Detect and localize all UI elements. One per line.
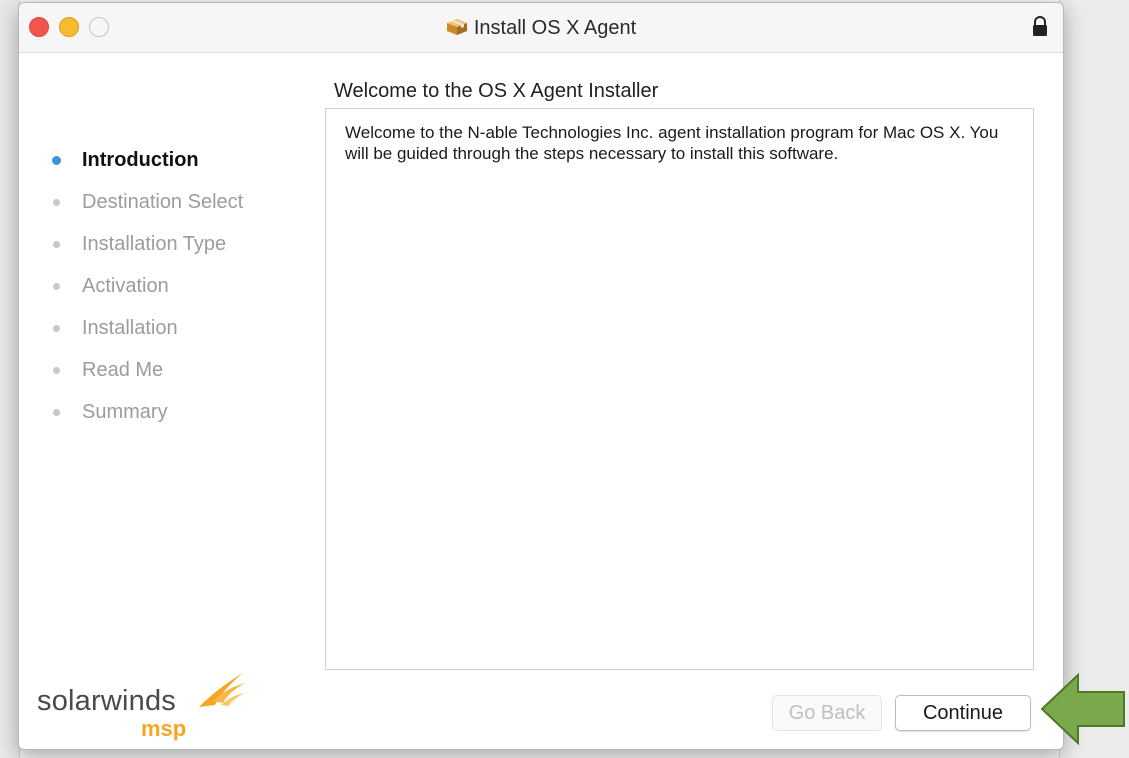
step-indicator-dot [53,409,60,416]
step-label: Installation Type [82,233,227,255]
step-summary: Summary [49,401,243,443]
step-label: Summary [82,401,168,423]
step-installation-type: Installation Type [49,233,243,275]
background-window-left [0,0,20,758]
continue-button[interactable]: Continue [895,695,1031,731]
logo-wordmark: solarwinds [37,685,176,717]
package-icon [446,19,467,35]
step-indicator-dot [53,199,60,206]
step-indicator-dot [53,241,60,248]
step-indicator-dot [53,325,60,332]
window-title: Install OS X Agent [19,17,1063,40]
green-arrow-annotation [1040,672,1125,746]
step-indicator-dot [52,156,61,165]
welcome-text: Welcome to the N-able Technologies Inc. … [345,123,999,163]
step-read-me: Read Me [49,359,243,401]
step-activation: Activation [49,275,243,317]
solarwinds-flame-icon [199,673,245,707]
step-label: Installation [82,317,178,339]
step-indicator-dot [53,367,60,374]
title-bar[interactable]: Install OS X Agent [19,3,1063,53]
welcome-text-panel[interactable]: Welcome to the N-able Technologies Inc. … [325,108,1034,670]
background-window-right [1059,0,1129,758]
solarwinds-msp-logo: solarwinds msp [37,671,247,741]
page-heading: Welcome to the OS X Agent Installer [334,80,659,102]
installer-steps: Introduction Destination Select Installa… [49,149,243,443]
window-title-text: Install OS X Agent [473,17,637,39]
installer-window: Install OS X Agent Welcome to the OS X A… [18,2,1064,750]
step-introduction: Introduction [49,149,243,191]
step-label: Introduction [82,149,199,171]
logo-subtext: msp [141,716,187,741]
step-label: Activation [82,275,169,297]
step-indicator-dot [53,283,60,290]
step-installation: Installation [49,317,243,359]
go-back-button[interactable]: Go Back [772,695,882,731]
step-label: Destination Select [82,191,244,213]
lock-icon [1033,16,1047,36]
step-label: Read Me [82,359,164,381]
installer-content: Welcome to the OS X Agent Installer Intr… [19,53,1063,749]
step-destination-select: Destination Select [49,191,243,233]
